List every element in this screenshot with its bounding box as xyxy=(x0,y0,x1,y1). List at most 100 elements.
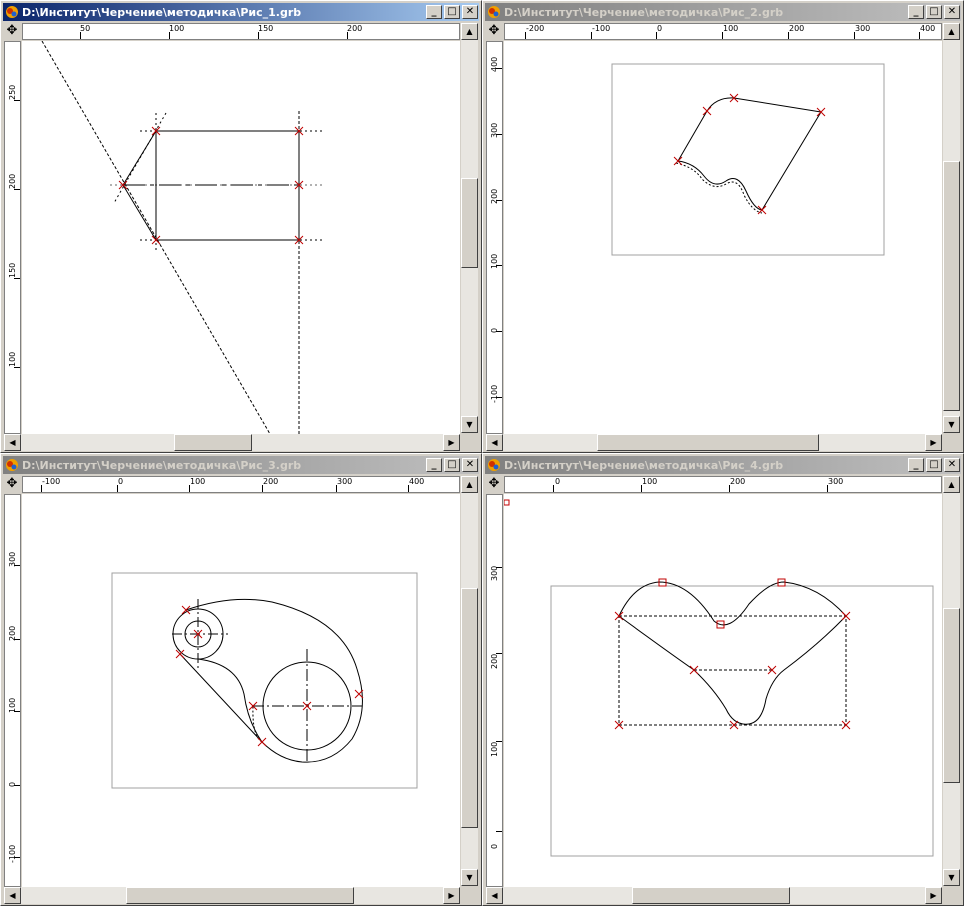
drawing-figure xyxy=(111,572,418,789)
move-crosshair-icon[interactable]: ✥ xyxy=(4,476,20,492)
scroll-thumb[interactable] xyxy=(174,434,252,451)
ruler-label: 300 xyxy=(8,551,17,567)
ruler-label: 100 xyxy=(8,697,17,713)
drawing-window-4[interactable]: D:\Институт\Черчение\методичка\Рис_4.grb… xyxy=(482,453,964,906)
move-crosshair-icon[interactable]: ✥ xyxy=(4,23,20,39)
scroll-thumb[interactable] xyxy=(597,434,819,451)
ruler-label: 0 xyxy=(118,477,124,486)
scroll-thumb[interactable] xyxy=(943,161,960,411)
scroll-down-button[interactable]: ▼ xyxy=(943,869,960,886)
ruler-label: 200 xyxy=(789,24,805,33)
ruler-label: 0 xyxy=(490,843,499,849)
drawing-canvas[interactable] xyxy=(22,494,460,887)
title-bar[interactable]: D:\Институт\Черчение\методичка\Рис_4.grb… xyxy=(485,456,961,474)
maximize-button[interactable]: □ xyxy=(444,458,460,472)
vertical-scrollbar[interactable]: ▲ ▼ xyxy=(943,23,960,433)
scroll-up-button[interactable]: ▲ xyxy=(461,23,478,40)
drawing-window-3[interactable]: D:\Институт\Черчение\методичка\Рис_3.grb… xyxy=(0,453,482,906)
scroll-thumb[interactable] xyxy=(461,588,478,828)
ruler-label: 100 xyxy=(490,253,499,269)
horizontal-scrollbar[interactable]: ◀ ▶ xyxy=(4,887,460,904)
scroll-right-button[interactable]: ▶ xyxy=(443,887,460,904)
ruler-label: 200 xyxy=(730,477,746,486)
horizontal-scrollbar[interactable]: ◀ ▶ xyxy=(486,434,942,451)
move-crosshair-icon[interactable]: ✥ xyxy=(486,23,502,39)
scroll-thumb[interactable] xyxy=(632,887,790,904)
ruler-label: 200 xyxy=(8,625,17,641)
scroll-left-button[interactable]: ◀ xyxy=(486,434,503,451)
horizontal-scrollbar[interactable]: ◀ ▶ xyxy=(4,434,460,451)
ruler-label: 100 xyxy=(723,24,739,33)
vertical-ruler: 300 200 100 0 xyxy=(486,494,503,887)
horizontal-ruler: 0 100 200 300 xyxy=(504,476,942,493)
vertical-scrollbar[interactable]: ▲ ▼ xyxy=(943,476,960,886)
size-grip[interactable] xyxy=(461,434,478,451)
maximize-button[interactable]: □ xyxy=(926,458,942,472)
scroll-up-button[interactable]: ▲ xyxy=(943,23,960,40)
drawing-canvas[interactable] xyxy=(504,494,942,887)
drawing-figure xyxy=(611,63,885,256)
size-grip[interactable] xyxy=(943,434,960,451)
scroll-right-button[interactable]: ▶ xyxy=(925,434,942,451)
minimize-button[interactable]: _ xyxy=(426,458,442,472)
drawing-figure xyxy=(504,499,934,857)
drawing-window-1[interactable]: D:\Институт\Черчение\методичка\Рис_1.grb… xyxy=(0,0,482,453)
scroll-right-button[interactable]: ▶ xyxy=(443,434,460,451)
ruler-label: 300 xyxy=(490,122,499,138)
app-logo-icon xyxy=(6,6,18,18)
point-markers xyxy=(673,93,826,215)
close-button[interactable]: ✕ xyxy=(462,458,478,472)
title-bar[interactable]: D:\Институт\Черчение\методичка\Рис_2.grb… xyxy=(485,3,961,21)
scroll-left-button[interactable]: ◀ xyxy=(4,434,21,451)
ruler-label: 100 xyxy=(490,741,499,757)
close-button[interactable]: ✕ xyxy=(462,5,478,19)
ruler-label: 50 xyxy=(80,24,91,33)
title-bar[interactable]: D:\Институт\Черчение\методичка\Рис_3.grb… xyxy=(3,456,479,474)
maximize-button[interactable]: □ xyxy=(926,5,942,19)
move-crosshair-icon[interactable]: ✥ xyxy=(486,476,502,492)
ruler-label: 150 xyxy=(8,262,17,278)
horizontal-scrollbar[interactable]: ◀ ▶ xyxy=(486,887,942,904)
close-button[interactable]: ✕ xyxy=(944,5,960,19)
ruler-label: 200 xyxy=(490,653,499,669)
ruler-label: 200 xyxy=(347,24,363,33)
scroll-down-button[interactable]: ▼ xyxy=(461,416,478,433)
scroll-down-button[interactable]: ▼ xyxy=(943,416,960,433)
vertical-scrollbar[interactable]: ▲ ▼ xyxy=(461,476,478,886)
window-title: D:\Институт\Черчение\методичка\Рис_3.grb xyxy=(22,458,302,472)
point-markers xyxy=(175,605,364,747)
scroll-thumb[interactable] xyxy=(943,608,960,783)
ruler-label: -100 xyxy=(8,844,17,863)
scroll-up-button[interactable]: ▲ xyxy=(461,476,478,493)
vertical-ruler: 300 200 100 0 -100 xyxy=(4,494,21,887)
scroll-thumb[interactable] xyxy=(126,887,354,904)
drawing-canvas[interactable] xyxy=(22,41,460,434)
window-title: D:\Институт\Черчение\методичка\Рис_2.grb xyxy=(504,5,784,19)
minimize-button[interactable]: _ xyxy=(426,5,442,19)
app-logo-icon xyxy=(488,459,500,471)
vertical-scrollbar[interactable]: ▲ ▼ xyxy=(461,23,478,433)
scroll-left-button[interactable]: ◀ xyxy=(486,887,503,904)
maximize-button[interactable]: □ xyxy=(444,5,460,19)
minimize-button[interactable]: _ xyxy=(908,458,924,472)
scroll-up-button[interactable]: ▲ xyxy=(943,476,960,493)
ruler-label: 300 xyxy=(337,477,353,486)
horizontal-ruler: 50 100 150 200 xyxy=(22,23,460,40)
title-bar[interactable]: D:\Институт\Черчение\методичка\Рис_1.grb… xyxy=(3,3,479,21)
app-logo-icon xyxy=(6,459,18,471)
drawing-window-2[interactable]: D:\Институт\Черчение\методичка\Рис_2.grb… xyxy=(482,0,964,453)
ruler-label: -100 xyxy=(592,24,611,33)
size-grip[interactable] xyxy=(461,887,478,904)
minimize-button[interactable]: _ xyxy=(908,5,924,19)
scroll-right-button[interactable]: ▶ xyxy=(925,887,942,904)
ruler-label: 200 xyxy=(263,477,279,486)
scroll-down-button[interactable]: ▼ xyxy=(461,869,478,886)
window-title: D:\Институт\Черчение\методичка\Рис_4.grb xyxy=(504,458,784,472)
scroll-thumb[interactable] xyxy=(461,178,478,268)
close-button[interactable]: ✕ xyxy=(944,458,960,472)
scroll-left-button[interactable]: ◀ xyxy=(4,887,21,904)
ruler-label: -100 xyxy=(42,477,61,486)
vertical-ruler: 250 200 150 100 xyxy=(4,41,21,434)
drawing-canvas[interactable] xyxy=(504,41,942,434)
size-grip[interactable] xyxy=(943,887,960,904)
